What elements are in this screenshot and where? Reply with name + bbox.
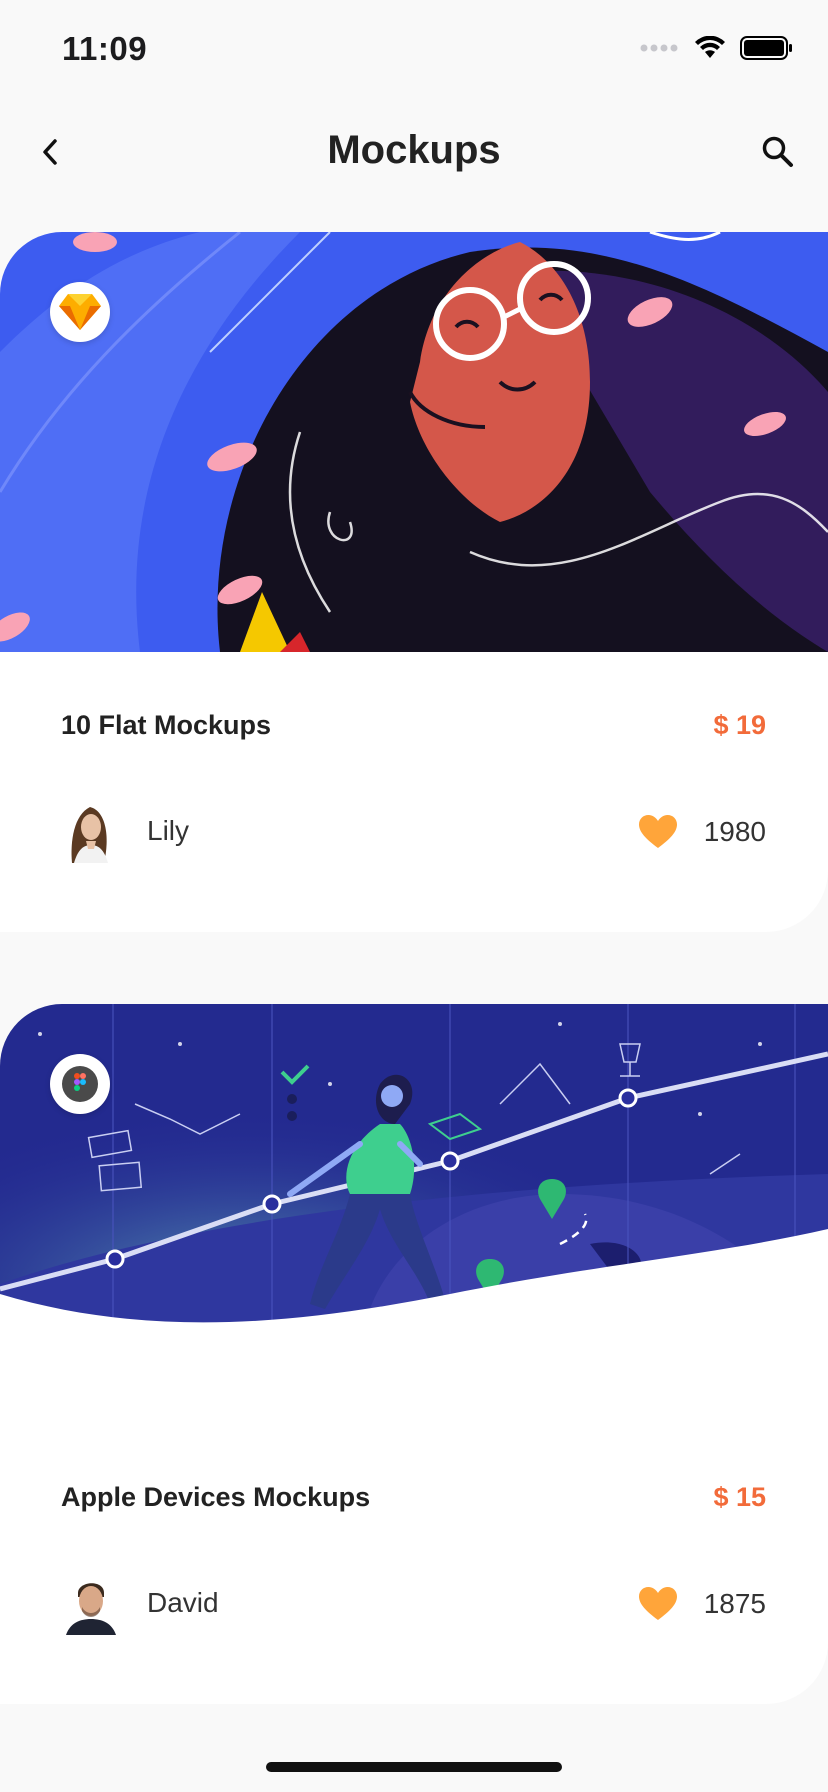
hero-wave-mask	[0, 1229, 828, 1364]
like-count: 1980	[703, 816, 766, 847]
search-icon	[762, 136, 793, 167]
product-cover-image	[0, 1004, 828, 1364]
status-time: 11:09	[62, 30, 148, 67]
card-price: $ 15	[713, 1482, 766, 1512]
figma-icon	[62, 1066, 98, 1102]
author-name: Lily	[147, 815, 190, 846]
illustration-girl-with-glasses	[0, 232, 828, 652]
card-price: $ 19	[713, 710, 766, 740]
avatar-lily-image	[60, 801, 122, 863]
home-indicator[interactable]	[266, 1762, 562, 1772]
avatar[interactable]	[60, 801, 122, 863]
product-card[interactable]: Apple Devices Mockups $ 15 David 1875	[0, 1004, 828, 1704]
heart-icon[interactable]	[638, 1586, 678, 1622]
cellular-signal-icon	[640, 44, 678, 52]
likes: 1980	[638, 807, 766, 857]
status-icons	[640, 36, 794, 60]
card-title: Apple Devices Mockups	[61, 1482, 371, 1512]
avatar-david-image	[60, 1573, 122, 1635]
app-badge	[50, 282, 110, 342]
sketch-icon	[59, 294, 101, 330]
author-name: David	[147, 1587, 219, 1618]
status-bar: 11:09	[0, 0, 828, 100]
avatar[interactable]	[60, 1573, 122, 1635]
like-count: 1875	[703, 1588, 766, 1619]
product-cover-image	[0, 232, 828, 652]
product-card[interactable]: 10 Flat Mockups $ 19 Lily 1980	[0, 232, 828, 932]
author-row: David 1875	[60, 1573, 766, 1635]
likes: 1875	[638, 1579, 766, 1629]
wifi-icon	[695, 36, 725, 58]
app-badge	[50, 1054, 110, 1114]
card-title: 10 Flat Mockups	[61, 710, 272, 740]
battery-icon	[740, 36, 792, 60]
author-row: Lily 1980	[60, 801, 766, 863]
heart-icon[interactable]	[638, 814, 678, 850]
navigation-bar: Mockups	[0, 100, 828, 204]
search-button[interactable]	[756, 130, 800, 174]
page-title: Mockups	[327, 128, 501, 172]
